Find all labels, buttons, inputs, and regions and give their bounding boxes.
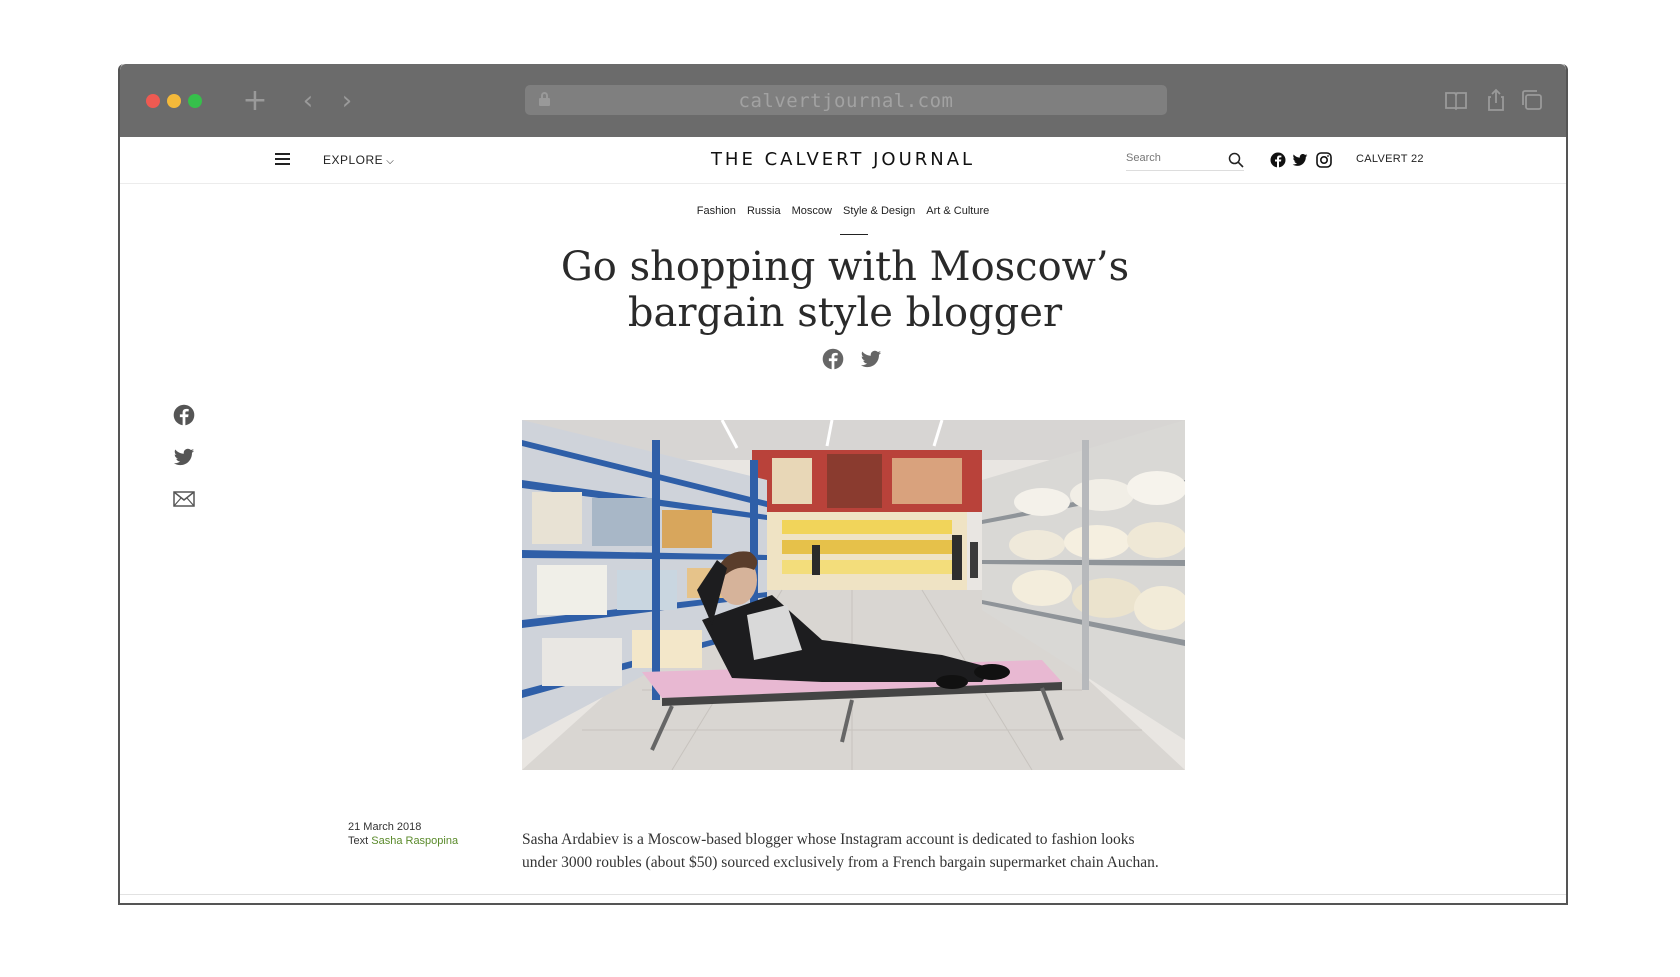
maximize-window-button[interactable] bbox=[188, 94, 202, 108]
twitter-icon[interactable] bbox=[173, 446, 195, 468]
reader-icon[interactable] bbox=[1442, 86, 1470, 114]
article-byline: Text Sasha Raspopina bbox=[348, 834, 458, 848]
minimize-window-button[interactable] bbox=[167, 94, 181, 108]
headline-line: Go shopping with Moscow’s bbox=[560, 244, 1130, 290]
close-window-button[interactable] bbox=[146, 94, 160, 108]
author-link[interactable]: Sasha Raspopina bbox=[371, 835, 458, 847]
twitter-icon[interactable] bbox=[1292, 152, 1308, 168]
calvert22-link[interactable]: CALVERT 22 bbox=[1356, 153, 1424, 165]
browser-titlebar: + ‹ › calvertjournal.com bbox=[120, 64, 1566, 137]
back-button[interactable]: ‹ bbox=[293, 86, 323, 116]
tabs-icon[interactable] bbox=[1518, 86, 1546, 114]
instagram-icon[interactable] bbox=[1316, 152, 1332, 168]
article-date: 21 March 2018 bbox=[348, 821, 422, 833]
divider bbox=[840, 234, 868, 235]
new-tab-button[interactable]: + bbox=[240, 86, 270, 116]
twitter-icon[interactable] bbox=[860, 348, 882, 370]
tag-link[interactable]: Moscow bbox=[792, 205, 832, 217]
tag-link[interactable]: Art & Culture bbox=[926, 205, 989, 217]
article-tags: Fashion Russia Moscow Style & Design Art… bbox=[120, 205, 1566, 217]
tag-link[interactable]: Russia bbox=[747, 205, 781, 217]
facebook-icon[interactable] bbox=[822, 348, 844, 370]
site-header: EXPLORE⌵ THE CALVERT JOURNAL CALVERT 22 bbox=[120, 137, 1566, 184]
site-logo[interactable]: THE CALVERT JOURNAL bbox=[120, 149, 1566, 170]
article-headline: Go shopping with Moscow’s bargain style … bbox=[420, 244, 1270, 336]
facebook-icon[interactable] bbox=[1270, 152, 1286, 168]
tag-link[interactable]: Style & Design bbox=[843, 205, 915, 217]
mail-icon[interactable] bbox=[173, 488, 195, 510]
article-body: Sasha Ardabiev is a Moscow-based blogger… bbox=[522, 831, 1159, 871]
article-meta: 21 March 2018 Text Sasha Raspopina bbox=[348, 820, 458, 848]
facebook-icon[interactable] bbox=[173, 404, 195, 426]
search-input[interactable] bbox=[1126, 152, 1216, 164]
headline-line: bargain style blogger bbox=[627, 290, 1063, 336]
byline-label: Text bbox=[348, 835, 369, 847]
search-box bbox=[1126, 149, 1244, 171]
share-icon[interactable] bbox=[1482, 86, 1510, 114]
hero-image[interactable] bbox=[522, 420, 1185, 770]
address-bar[interactable]: calvertjournal.com bbox=[525, 85, 1167, 115]
forward-button[interactable]: › bbox=[332, 86, 362, 116]
search-icon[interactable] bbox=[1228, 152, 1244, 168]
divider bbox=[120, 894, 1566, 895]
tag-link[interactable]: Fashion bbox=[697, 205, 736, 217]
url-text: calvertjournal.com bbox=[738, 90, 954, 112]
browser-window: + ‹ › calvertjournal.com EXPLORE ⌵ THE CA… bbox=[118, 64, 1568, 905]
